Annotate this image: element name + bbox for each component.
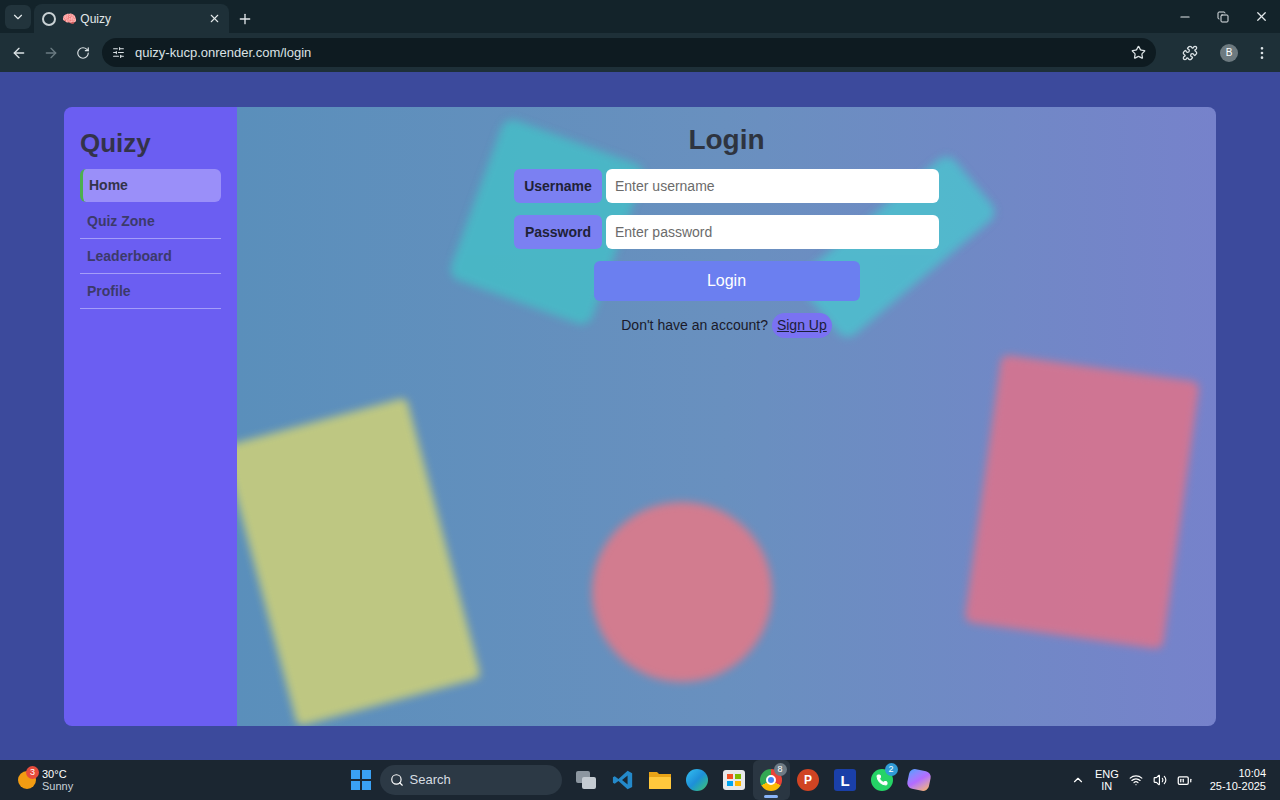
close-window-button[interactable] (1242, 9, 1280, 24)
start-button[interactable] (343, 760, 380, 800)
close-tab-icon[interactable] (208, 12, 221, 25)
back-button[interactable] (6, 45, 32, 61)
field-label: Username (514, 169, 602, 203)
battery-icon[interactable] (1177, 773, 1192, 788)
decoration (592, 502, 772, 682)
weather-badge: 3 (26, 766, 39, 779)
back-arrow-icon (11, 45, 27, 61)
text-input[interactable]: Enter username (606, 169, 939, 203)
reload-icon (76, 46, 90, 60)
tab-strip: 🧠 Quizy (0, 0, 1280, 33)
tab-list-button[interactable] (5, 5, 31, 29)
clock[interactable]: 10:0425-10-2025 (1210, 767, 1266, 793)
wifi-icon[interactable] (1129, 773, 1143, 787)
language-indicator[interactable]: ENGIN (1095, 768, 1119, 792)
forward-arrow-icon (43, 45, 59, 61)
app-badge: 2 (885, 763, 898, 776)
edge-icon (686, 769, 708, 791)
page: Quizy HomeQuiz ZoneLeaderboardProfile Logi… (0, 72, 1280, 760)
menu-button[interactable] (1250, 45, 1274, 61)
taskbar-app[interactable] (568, 760, 605, 800)
windows-icon (351, 770, 371, 790)
field-label: Password (514, 215, 602, 249)
forward-button[interactable] (38, 45, 64, 61)
restore-button[interactable] (1204, 11, 1242, 23)
folder-icon (648, 769, 672, 791)
login-title: Login (688, 123, 764, 157)
decoration (964, 354, 1200, 649)
taskbar: 330°CSunny Search 8PL 2 ENGIN 10:0425-10-2025 (0, 760, 1280, 800)
form-row: PasswordEnter password (514, 215, 939, 249)
letter-app-icon: L (834, 769, 856, 791)
hidden-icons-icon[interactable] (1071, 773, 1085, 787)
search-box[interactable]: Search (380, 765, 562, 795)
store-icon (723, 770, 745, 790)
taskbar-app[interactable]: 8 (753, 760, 790, 800)
form-row: UsernameEnter username (514, 169, 939, 203)
search-icon (390, 773, 404, 787)
app-badge: 8 (774, 763, 787, 776)
powerpoint-icon: P (797, 769, 819, 791)
toolbar: quizy-kucp.onrender.com/login B (0, 33, 1280, 72)
restore-icon (1217, 11, 1229, 23)
tab-title: 🧠 Quizy (62, 10, 202, 28)
extensions-button[interactable] (1172, 45, 1208, 61)
login-button[interactable]: Login (594, 261, 860, 301)
signup-link[interactable]: Sign Up (772, 313, 832, 338)
more-icon (1254, 45, 1270, 61)
taskbar-app[interactable] (901, 760, 938, 800)
minimize-button[interactable] (1166, 10, 1204, 24)
reload-button[interactable] (70, 46, 96, 60)
signup-prompt: Don't have an account? (621, 315, 768, 336)
decoration (237, 397, 481, 726)
browser-tab[interactable]: 🧠 Quizy (34, 4, 229, 33)
sidebar: Quizy HomeQuiz ZoneLeaderboardProfile (64, 107, 237, 726)
text-input[interactable]: Enter password (606, 215, 939, 249)
sidebar-item[interactable]: Leaderboard (80, 239, 221, 274)
weather-condition: Sunny (42, 780, 73, 792)
sidebar-item[interactable]: Profile (80, 274, 221, 309)
copilot-icon (906, 768, 932, 792)
bookmark-star-icon[interactable] (1131, 45, 1146, 60)
profile-button[interactable]: B (1220, 44, 1238, 62)
taskbar-app[interactable]: L (827, 760, 864, 800)
taskbar-app[interactable] (679, 760, 716, 800)
taskbar-app[interactable] (605, 760, 642, 800)
site-info-icon[interactable] (112, 46, 125, 59)
address-bar[interactable]: quizy-kucp.onrender.com/login (102, 38, 1156, 67)
taskbar-app[interactable] (642, 760, 679, 800)
main-panel: LoginUsernameEnter usernamePasswordEnter… (237, 107, 1216, 726)
weather-temp: 30°C (42, 768, 73, 780)
minimize-icon (1178, 10, 1192, 24)
volume-icon[interactable] (1153, 773, 1167, 787)
taskbar-app[interactable] (716, 760, 753, 800)
sidebar-item[interactable]: Home (80, 169, 221, 202)
new-tab-button[interactable] (231, 5, 259, 33)
url-text: quizy-kucp.onrender.com/login (135, 43, 1121, 63)
task-view-icon (576, 771, 596, 789)
active-indicator (764, 795, 778, 798)
site-favicon-icon (42, 12, 56, 26)
taskbar-app[interactable]: P (790, 760, 827, 800)
vscode-icon (612, 769, 634, 791)
taskbar-app[interactable]: 2 (864, 760, 901, 800)
close-icon (1254, 9, 1269, 24)
puzzle-icon (1182, 45, 1198, 61)
sidebar-title: Quizy (80, 127, 221, 159)
sidebar-item[interactable]: Quiz Zone (80, 204, 221, 239)
weather-widget[interactable]: 330°CSunny (0, 768, 343, 792)
screen: 🧠 Quizy quizy-kucp.onrender.com/login B Qui… (0, 0, 1280, 800)
chevron-down-icon (11, 10, 25, 24)
plus-icon (237, 11, 253, 27)
